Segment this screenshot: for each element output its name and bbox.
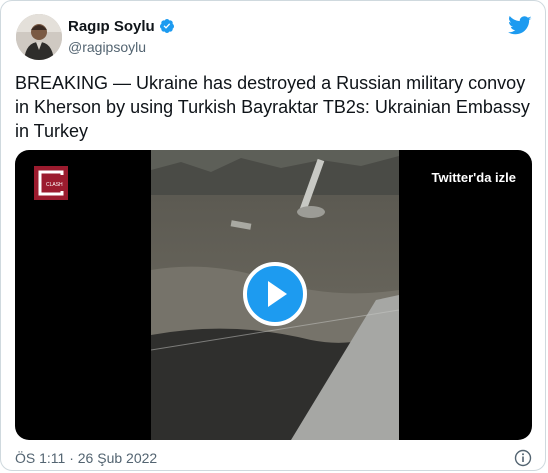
verified-badge-icon <box>159 18 175 34</box>
author-name-row[interactable]: Ragıp Soylu <box>68 17 175 35</box>
author-name[interactable]: Ragıp Soylu <box>68 18 155 35</box>
avatar[interactable] <box>16 14 62 60</box>
tweet-card[interactable]: Ragıp Soylu @ragipsoylu BREAKING — Ukrai… <box>0 0 546 471</box>
channel-logo: CLASH <box>34 166 68 200</box>
tweet-text: BREAKING — Ukraine has destroyed a Russi… <box>15 73 530 141</box>
info-icon[interactable] <box>514 449 532 467</box>
person-avatar-icon <box>16 14 62 60</box>
channel-logo-text: CLASH <box>46 182 63 188</box>
play-icon <box>268 281 287 307</box>
watch-on-twitter-link[interactable]: Twitter'da izle <box>432 170 516 185</box>
author-handle[interactable]: @ragipsoylu <box>68 39 146 55</box>
twitter-bird-icon[interactable] <box>508 16 532 36</box>
play-button[interactable] <box>243 262 307 326</box>
video-player[interactable]: CLASH Twitter'da izle <box>15 150 532 440</box>
tweet-timestamp[interactable]: ÖS 1:11 · 26 Şub 2022 <box>15 450 157 466</box>
